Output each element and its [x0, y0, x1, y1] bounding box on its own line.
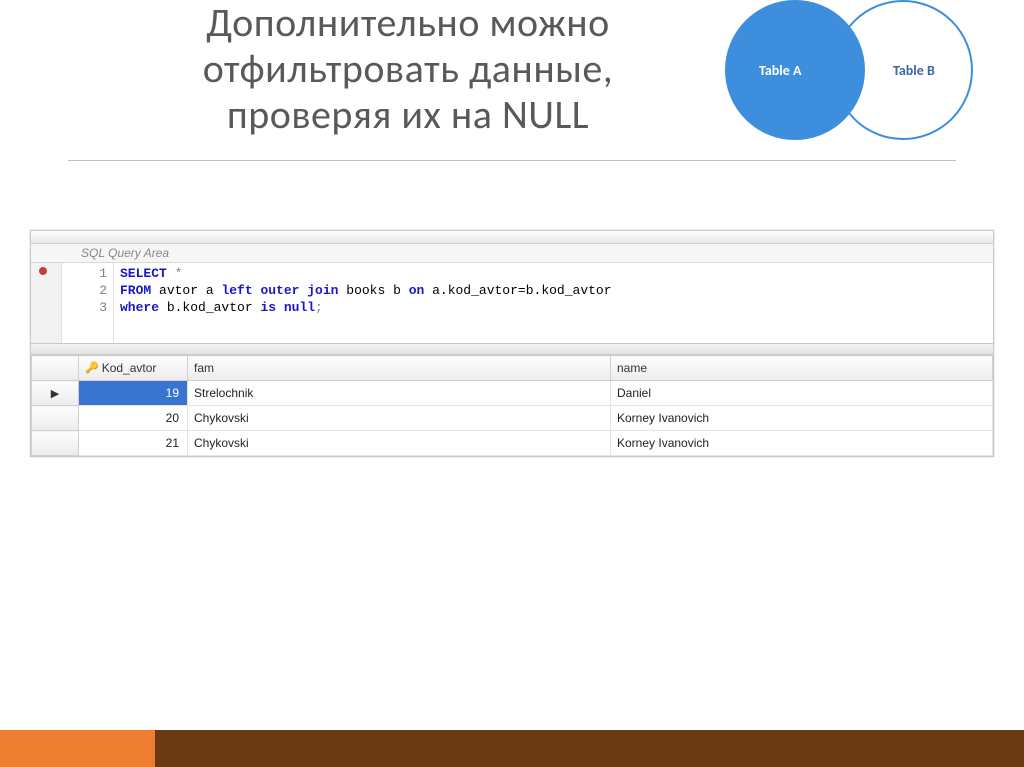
kw-where: where	[120, 300, 159, 315]
row-indicator	[32, 431, 79, 456]
current-row-icon: ▶	[51, 388, 59, 400]
cell-name[interactable]: Korney Ivanovich	[611, 406, 993, 431]
row-indicator	[32, 406, 79, 431]
code-text: ;	[315, 300, 323, 315]
query-area-label: SQL Query Area	[31, 244, 993, 263]
kw-join: left outer join	[221, 283, 338, 298]
title-line-1: Дополнительно можно	[206, 0, 610, 47]
breakpoint-icon	[39, 267, 47, 275]
row-indicator: ▶	[32, 381, 79, 406]
code-text: a.kod_avtor=b.kod_avtor	[424, 283, 611, 298]
col-header-kod[interactable]: 🔑Kod_avtor	[79, 356, 188, 381]
footer-accent-brown	[155, 730, 1024, 767]
kw-isnull: is null	[260, 300, 315, 315]
col-label: Kod_avtor	[102, 361, 157, 375]
cell-name[interactable]: Daniel	[611, 381, 993, 406]
kw-from: FROM	[120, 283, 151, 298]
cell-fam[interactable]: Chykovski	[188, 431, 611, 456]
sql-editor-panel: SQL Query Area 1 2 3 SELECT * FROM avtor…	[30, 230, 994, 457]
title-line-2: отфильтровать данные,	[203, 44, 613, 93]
grid-corner	[32, 356, 79, 381]
cell-fam[interactable]: Strelochnik	[188, 381, 611, 406]
col-header-fam[interactable]: fam	[188, 356, 611, 381]
code-area[interactable]: 1 2 3 SELECT * FROM avtor a left outer j…	[31, 263, 993, 343]
code-text: b.kod_avtor	[159, 300, 260, 315]
panel-toolbar	[31, 231, 993, 244]
line-number-gutter: 1 2 3	[62, 263, 114, 343]
cell-kod[interactable]: 21	[79, 431, 188, 456]
grid-header-row: 🔑Kod_avtor fam name	[32, 356, 993, 381]
venn-label-b: Table B	[893, 62, 935, 79]
line-number: 1	[62, 265, 107, 282]
cell-name[interactable]: Korney Ivanovich	[611, 431, 993, 456]
sql-code[interactable]: SELECT * FROM avtor a left outer join bo…	[114, 263, 993, 343]
result-grid[interactable]: 🔑Kod_avtor fam name ▶ 19 Strelochnik Dan…	[31, 355, 993, 456]
kw-on: on	[409, 283, 425, 298]
panel-splitter[interactable]	[31, 343, 993, 355]
slide-footer-bar	[0, 730, 1024, 767]
venn-label-a: Table A	[759, 62, 801, 79]
key-icon: 🔑	[85, 361, 99, 374]
table-row[interactable]: 21 Chykovski Korney Ivanovich	[32, 431, 993, 456]
breakpoint-gutter	[31, 263, 62, 343]
title-line-3: проверяя их на NULL	[227, 90, 589, 139]
cell-kod[interactable]: 19	[79, 381, 188, 406]
cell-kod[interactable]: 20	[79, 406, 188, 431]
code-text: books b	[338, 283, 408, 298]
line-number: 2	[62, 282, 107, 299]
code-text: avtor a	[151, 283, 221, 298]
title-underline	[68, 160, 956, 161]
cell-fam[interactable]: Chykovski	[188, 406, 611, 431]
code-text: *	[167, 266, 183, 281]
line-number: 3	[62, 299, 107, 316]
kw-select: SELECT	[120, 266, 167, 281]
table-row[interactable]: ▶ 19 Strelochnik Daniel	[32, 381, 993, 406]
footer-accent-orange	[0, 730, 155, 767]
slide-title: Дополнительно можно отфильтровать данные…	[68, 0, 748, 138]
col-header-name[interactable]: name	[611, 356, 993, 381]
venn-diagram: Table A Table B	[725, 0, 985, 150]
table-row[interactable]: 20 Chykovski Korney Ivanovich	[32, 406, 993, 431]
